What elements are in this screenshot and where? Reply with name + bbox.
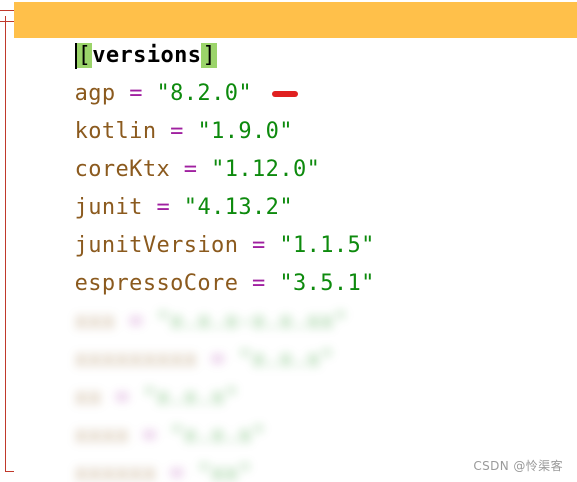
redacted-code-line: xxxx = "x.x.x" [74,423,266,448]
fold-end-marker [5,471,14,472]
code-editor[interactable]: [versions] agp = "8.2.0" kotlin = "1.9.0… [0,0,577,482]
code-line-junitversion[interactable]: junitVersion = "1.1.5" [20,195,375,258]
watermark: CSDN @怜渠客 [473,459,563,473]
redacted-code-line: xx = "x.x.x" [74,385,239,410]
fold-gutter [0,0,14,482]
fold-guide-line [5,16,6,472]
code-line-kotlin[interactable]: kotlin = "1.9.0" [20,81,293,144]
redacted-code-line: xxxxxxxxx = "x.x.x" [74,347,334,372]
redacted-code-line: xxx = "x.x.x-x.x.xx" [74,309,348,334]
redacted-code-line: xxxxxx = "xx" [74,461,253,482]
code-line-espressocore[interactable]: espressoCore = "3.5.1" [20,233,375,296]
code-line-agp[interactable]: agp = "8.2.0" [20,43,299,106]
code-line-junit[interactable]: junit = "4.13.2" [20,157,293,220]
fold-collapse-icon[interactable] [0,10,14,22]
current-line-highlight[interactable]: [versions] [14,2,577,69]
code-line-corektx[interactable]: coreKtx = "1.12.0" [20,119,320,182]
